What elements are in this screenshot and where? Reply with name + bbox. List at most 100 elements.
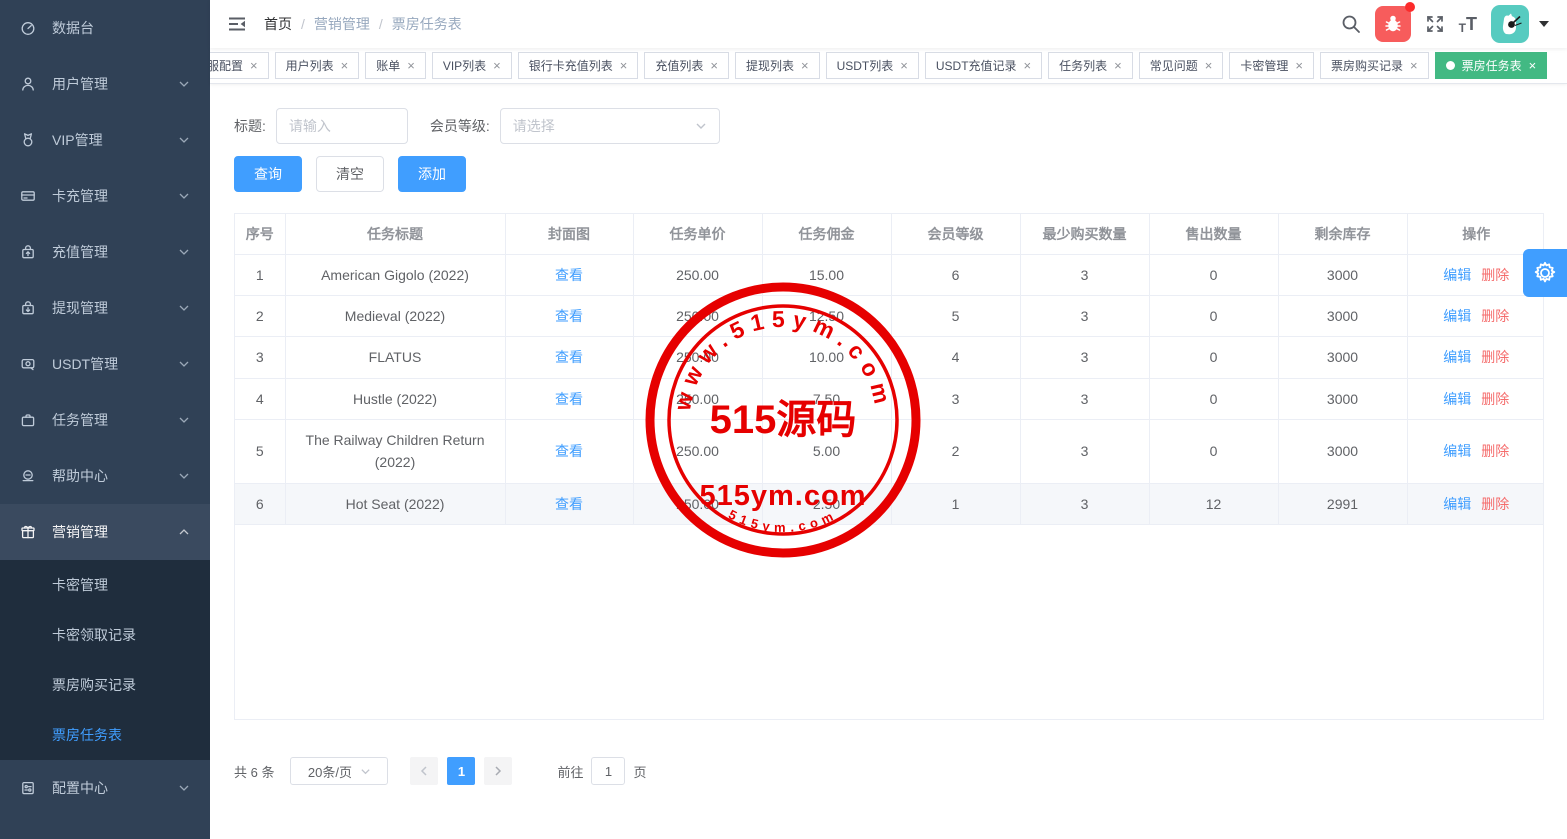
edit-link[interactable]: 编辑 [1443, 349, 1471, 365]
tab-13[interactable]: 票房任务表× [1435, 52, 1548, 79]
tab-label: 提现列表 [746, 57, 794, 74]
pagination-total: 共 6 条 [234, 762, 274, 781]
sidebar-item-label: 任务管理 [52, 410, 178, 430]
edit-link[interactable]: 编辑 [1443, 496, 1471, 512]
tab-close-icon[interactable]: × [620, 59, 628, 72]
submenu-item-boxoffice-purchases[interactable]: 票房购买记录 [0, 660, 210, 710]
cell-title: American Gigolo (2022) [285, 254, 505, 295]
delete-link[interactable]: 删除 [1481, 391, 1509, 407]
column-header-4: 任务佣金 [762, 214, 891, 254]
bug-report-button[interactable] [1375, 6, 1411, 42]
sidebar-item-card-recharge[interactable]: 卡充管理 [0, 168, 210, 224]
view-cover-link[interactable]: 查看 [555, 308, 583, 324]
sidebar-item-config[interactable]: 配置中心 [0, 760, 210, 816]
tab-close-icon[interactable]: × [341, 59, 349, 72]
view-cover-link-cell: 查看 [505, 254, 633, 295]
delete-link[interactable]: 删除 [1481, 496, 1509, 512]
sidebar-item-help[interactable]: 帮助中心 [0, 448, 210, 504]
tab-8[interactable]: USDT充值记录× [925, 52, 1042, 79]
submenu-item-boxoffice-tasks[interactable]: 票房任务表 [0, 710, 210, 760]
pagination: 共 6 条 20条/页 1 前往 页 [234, 757, 1543, 785]
submenu-item-card-keys[interactable]: 卡密管理 [0, 560, 210, 610]
tab-1[interactable]: 用户列表× [275, 52, 360, 79]
edit-link[interactable]: 编辑 [1443, 267, 1471, 283]
tab-5[interactable]: 充值列表× [644, 52, 729, 79]
tab-3[interactable]: VIP列表× [432, 52, 512, 79]
view-cover-link[interactable]: 查看 [555, 349, 583, 365]
title-filter-input[interactable] [276, 108, 408, 144]
tab-close-icon[interactable]: × [1114, 59, 1122, 72]
sidebar-item-dashboard[interactable]: 数据台 [0, 0, 210, 56]
sidebar-item-vip[interactable]: VIP管理 [0, 112, 210, 168]
tab-close-icon[interactable]: × [407, 59, 415, 72]
tab-close-icon[interactable]: × [1410, 59, 1418, 72]
fullscreen-icon[interactable] [1425, 14, 1445, 34]
cell-title: FLATUS [285, 337, 505, 378]
cell-commission: 10.00 [762, 337, 891, 378]
search-button[interactable]: 查询 [234, 156, 302, 192]
edit-link[interactable]: 编辑 [1443, 391, 1471, 407]
font-size-icon[interactable]: TT [1459, 14, 1477, 35]
clear-button[interactable]: 清空 [316, 156, 384, 192]
sidebar-item-users[interactable]: 用户管理 [0, 56, 210, 112]
cell-level: 5 [891, 295, 1020, 336]
edit-link[interactable]: 编辑 [1443, 308, 1471, 324]
avatar[interactable] [1491, 5, 1529, 43]
vip-medal-icon [20, 132, 36, 148]
sidebar-item-marketing[interactable]: 营销管理 [0, 504, 210, 560]
goto-page-input[interactable] [591, 757, 625, 785]
tab-close-icon[interactable]: × [250, 59, 258, 72]
tab-close-icon[interactable]: × [710, 59, 718, 72]
tab-2[interactable]: 账单× [365, 52, 426, 79]
delete-link[interactable]: 删除 [1481, 443, 1509, 459]
add-button[interactable]: 添加 [398, 156, 466, 192]
tab-6[interactable]: 提现列表 × [735, 52, 820, 79]
avatar-dropdown-caret[interactable] [1539, 21, 1549, 27]
notification-dot [1405, 2, 1415, 12]
dashboard-icon [20, 20, 36, 36]
tab-close-icon[interactable]: × [1205, 59, 1213, 72]
tab-close-icon[interactable]: × [1024, 59, 1032, 72]
view-cover-link[interactable]: 查看 [555, 443, 583, 459]
view-cover-link[interactable]: 查看 [555, 496, 583, 512]
breadcrumb-home[interactable]: 首页 [264, 14, 292, 34]
page-size-select[interactable]: 20条/页 [290, 757, 388, 785]
search-icon[interactable] [1341, 14, 1361, 34]
tab-4[interactable]: 银行卡充值列表× [518, 52, 639, 79]
delete-link[interactable]: 删除 [1481, 308, 1509, 324]
sidebar-collapse-icon[interactable] [228, 16, 246, 32]
tab-close-icon[interactable]: × [1295, 59, 1303, 72]
tab-11[interactable]: 卡密管理× [1229, 52, 1314, 79]
view-cover-link-cell: 查看 [505, 295, 633, 336]
tab-close-icon[interactable]: × [1529, 59, 1537, 72]
tab-close-icon[interactable]: × [801, 59, 809, 72]
prev-page-button[interactable] [410, 757, 438, 785]
sidebar: 数据台 用户管理 VIP管理 卡充管理 充值管 [0, 0, 210, 839]
current-page-button[interactable]: 1 [447, 757, 475, 785]
font-size-large-glyph: T [1466, 14, 1477, 35]
level-filter-select[interactable]: 请选择 [500, 108, 720, 144]
tab-10[interactable]: 常见问题× [1139, 52, 1224, 79]
sidebar-item-usdt[interactable]: USDT管理 [0, 336, 210, 392]
view-cover-link[interactable]: 查看 [555, 267, 583, 283]
cell-sold: 12 [1149, 483, 1278, 524]
table-header-row: 序号任务标题封面图任务单价任务佣金会员等级最少购买数量售出数量剩余库存操作 [235, 214, 1544, 254]
sidebar-item-tasks[interactable]: 任务管理 [0, 392, 210, 448]
tab-12[interactable]: 票房购买记录× [1320, 52, 1429, 79]
breadcrumb-marketing[interactable]: 营销管理 [314, 14, 370, 34]
tab-close-icon[interactable]: × [900, 59, 908, 72]
delete-link[interactable]: 删除 [1481, 267, 1509, 283]
tab-9[interactable]: 任务列表× [1048, 52, 1133, 79]
sidebar-item-recharge[interactable]: 充值管理 [0, 224, 210, 280]
tab-7[interactable]: USDT列表× [826, 52, 919, 79]
delete-link[interactable]: 删除 [1481, 349, 1509, 365]
sidebar-item-withdraw[interactable]: 提现管理 [0, 280, 210, 336]
tab-0[interactable]: 客服配置× [210, 52, 269, 79]
view-cover-link[interactable]: 查看 [555, 391, 583, 407]
tab-close-icon[interactable]: × [493, 59, 501, 72]
settings-gear-button[interactable] [1523, 249, 1567, 297]
cell-commission: 2.50 [762, 483, 891, 524]
edit-link[interactable]: 编辑 [1443, 443, 1471, 459]
next-page-button[interactable] [484, 757, 512, 785]
submenu-item-card-key-records[interactable]: 卡密领取记录 [0, 610, 210, 660]
